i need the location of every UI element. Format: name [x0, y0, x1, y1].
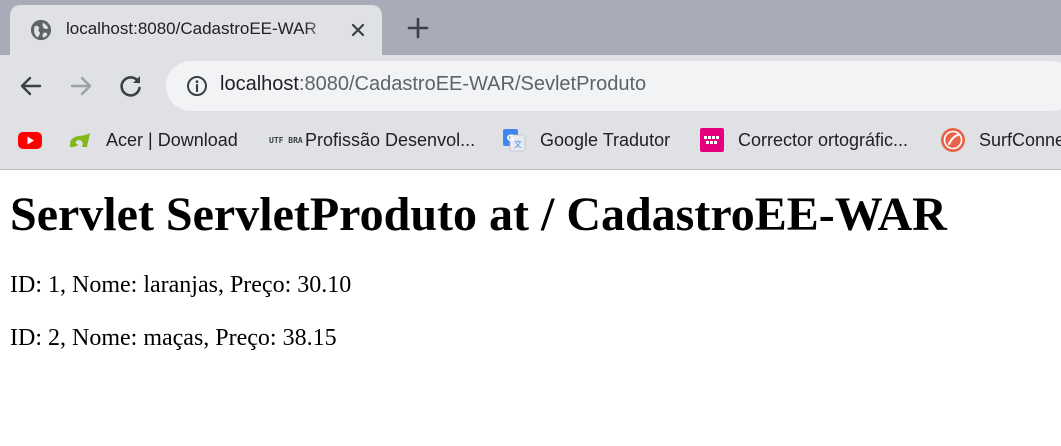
bookmark-youtube[interactable] [17, 118, 43, 162]
surfconnect-icon [941, 128, 965, 152]
acer-icon [69, 133, 90, 147]
browser-toolbar: localhost:8080/CadastroEE-WAR/SevletProd… [0, 55, 1061, 118]
product-row: ID: 2, Nome: maças, Preço: 38.15 [10, 325, 337, 351]
url-text[interactable]: localhost:8080/CadastroEE-WAR/SevletProd… [220, 73, 646, 96]
corrector-icon [700, 128, 724, 152]
youtube-icon [18, 132, 42, 149]
bookmark-corrector-ortografico[interactable]: Corrector ortográfic... [699, 118, 908, 162]
reload-icon[interactable] [117, 72, 145, 100]
bookmark-label: Profissão Desenvol... [305, 129, 476, 150]
browser-tab[interactable]: localhost:8080/CadastroEE-WAR [10, 5, 382, 55]
code-brand-icon: UTF BRA [266, 127, 303, 153]
bookmark-label: SurfConne [979, 129, 1061, 150]
tab-title: localhost:8080/CadastroEE-WAR [66, 19, 317, 38]
tab-strip: localhost:8080/CadastroEE-WAR [0, 0, 1061, 55]
bookmark-surfconnect[interactable]: SurfConne [940, 118, 1061, 162]
bookmark-acer-download[interactable]: Acer | Download [67, 118, 238, 162]
url-host: localhost [220, 73, 299, 95]
close-icon[interactable] [348, 20, 368, 40]
forward-arrow-icon[interactable] [67, 72, 95, 100]
bookmark-profissao-desenvolvedor[interactable]: UTF BRA Profissão Desenvol... [266, 118, 475, 162]
back-arrow-icon[interactable] [17, 72, 45, 100]
google-translate-icon: G 文 [503, 129, 526, 152]
plus-icon[interactable] [405, 15, 431, 41]
bookmarks-bar: Acer | Download UTF BRA Profissão Desenv… [0, 118, 1061, 170]
bookmark-label: Corrector ortográfic... [738, 129, 909, 150]
product-row: ID: 1, Nome: laranjas, Preço: 30.10 [10, 272, 352, 298]
code-brand-icon-text: UTF BRA [269, 135, 303, 145]
url-path: :8080/CadastroEE-WAR/SevletProduto [298, 73, 647, 95]
page-content: Servlet ServletProduto at / CadastroEE-W… [10, 170, 1050, 351]
address-bar[interactable]: localhost:8080/CadastroEE-WAR/SevletProd… [166, 61, 1061, 111]
page-title: Servlet ServletProduto at / CadastroEE-W… [10, 188, 947, 241]
globe-icon [30, 19, 52, 41]
bookmark-label: Acer | Download [106, 129, 238, 150]
svg-text:文: 文 [514, 139, 522, 149]
info-icon[interactable] [186, 75, 208, 97]
bookmark-label: Google Tradutor [540, 129, 671, 150]
bookmark-google-tradutor[interactable]: G 文 Google Tradutor [501, 118, 670, 162]
